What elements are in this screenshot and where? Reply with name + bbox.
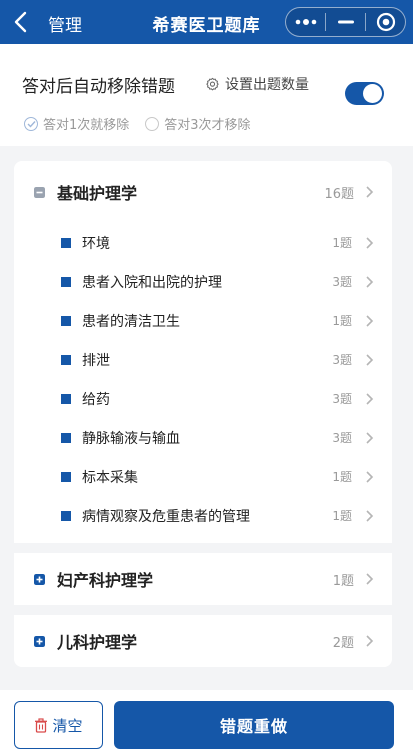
redo-wrong-button[interactable]: 错题重做 [114,701,394,749]
list-item[interactable]: 患者的清洁卫生 1题 [14,301,392,340]
bullet-icon [61,510,71,521]
item-count: 1题 [332,509,352,523]
list-item[interactable]: 患者入院和出院的护理 3题 [14,262,392,301]
item-count: 1题 [332,236,352,250]
item-count: 1题 [332,314,352,328]
set-count-button[interactable]: 设置出题数量 [205,74,309,94]
list-item[interactable]: 标本采集 1题 [14,457,392,496]
bullet-icon [61,237,71,248]
section-title: 儿科护理学 [57,633,138,652]
radio-remove-thrice[interactable]: 答对3次才移除 [145,114,251,133]
radio-remove-once[interactable]: 答对1次就移除 [24,114,129,133]
chevron-right-icon [366,314,374,327]
auto-remove-label: 答对后自动移除错题 [22,77,175,97]
item-count: 3题 [332,275,352,289]
chevron-right-icon [366,509,374,522]
radio-remove-once-label: 答对1次就移除 [43,118,130,133]
list-item[interactable]: 病情观察及危重患者的管理 1题 [14,496,392,535]
section-count: 2题 [332,635,354,651]
chevron-right-icon [366,573,374,585]
chevron-right-icon [366,431,374,444]
section-pediatric-nursing[interactable]: 儿科护理学 2题 [14,615,392,667]
expand-icon[interactable] [34,573,45,585]
item-count: 3题 [332,392,352,406]
bullet-icon [61,354,71,365]
bullet-icon [61,471,71,482]
section-count: 16题 [324,186,354,202]
section-count: 1题 [332,573,354,589]
footer-bar: 清空 错题重做 [0,690,413,754]
item-label: 静脉输液与输血 [82,430,180,447]
close-target-icon [376,12,395,32]
more-button[interactable] [286,8,325,36]
radio-checked-icon [24,116,38,131]
set-count-label: 设置出题数量 [225,77,309,93]
item-count: 1题 [332,470,352,484]
section-divider [14,605,392,615]
toggle-knob [363,84,382,103]
chevron-right-icon [366,275,374,288]
close-button[interactable] [366,8,405,36]
redo-label: 错题重做 [219,717,288,736]
section-divider [14,543,392,553]
chevron-right-icon [366,635,374,647]
section-obstetric-nursing[interactable]: 妇产科护理学 1题 [14,553,392,605]
item-label: 患者的清洁卫生 [82,313,180,330]
gear-icon [206,77,219,91]
remove-mode-group: 答对1次就移除 答对3次才移除 [24,114,267,133]
item-label: 环境 [82,235,110,252]
radio-unchecked-icon [145,116,160,131]
radio-remove-thrice-label: 答对3次才移除 [164,118,251,133]
collapse-icon[interactable] [34,186,45,198]
trash-icon [35,717,48,733]
minimize-button[interactable] [326,8,365,36]
chevron-right-icon [366,470,374,483]
category-list: 基础护理学 16题 环境 1题 患者入院和出院的护理 3题 患者的清洁卫生 1题… [14,161,392,667]
list-item[interactable]: 排泄 3题 [14,340,392,379]
item-label: 排泄 [82,352,110,369]
item-label: 标本采集 [82,469,138,486]
clear-button[interactable]: 清空 [14,701,103,749]
chevron-right-icon [366,353,374,366]
expand-icon[interactable] [34,635,45,647]
item-label: 患者入院和出院的护理 [82,274,222,291]
bullet-icon [61,315,71,326]
clear-label: 清空 [52,716,83,735]
nav-bar: 管理 希赛医卫题库 [0,0,413,44]
section-title: 妇产科护理学 [57,571,154,590]
item-count: 3题 [332,431,352,445]
section-basic-nursing[interactable]: 基础护理学 16题 [14,161,392,223]
list-item[interactable]: 静脉输液与输血 3题 [14,418,392,457]
item-count: 3题 [332,353,352,367]
more-icon [295,19,316,25]
list-item[interactable]: 给药 3题 [14,379,392,418]
bullet-icon [61,276,71,287]
list-item[interactable]: 环境 1题 [14,223,392,262]
auto-remove-toggle[interactable] [345,82,384,105]
item-label: 病情观察及危重患者的管理 [82,508,250,525]
mini-program-capsule [285,7,406,37]
bullet-icon [61,393,71,404]
settings-panel: 答对后自动移除错题 设置出题数量 答对1次就移除 答对3次才移除 [0,44,413,146]
bullet-icon [61,432,71,443]
chevron-right-icon [366,186,374,198]
item-label: 给药 [82,391,110,408]
chevron-right-icon [366,392,374,405]
chevron-right-icon [366,236,374,249]
section-title: 基础护理学 [57,184,138,203]
minimize-icon [337,20,354,24]
